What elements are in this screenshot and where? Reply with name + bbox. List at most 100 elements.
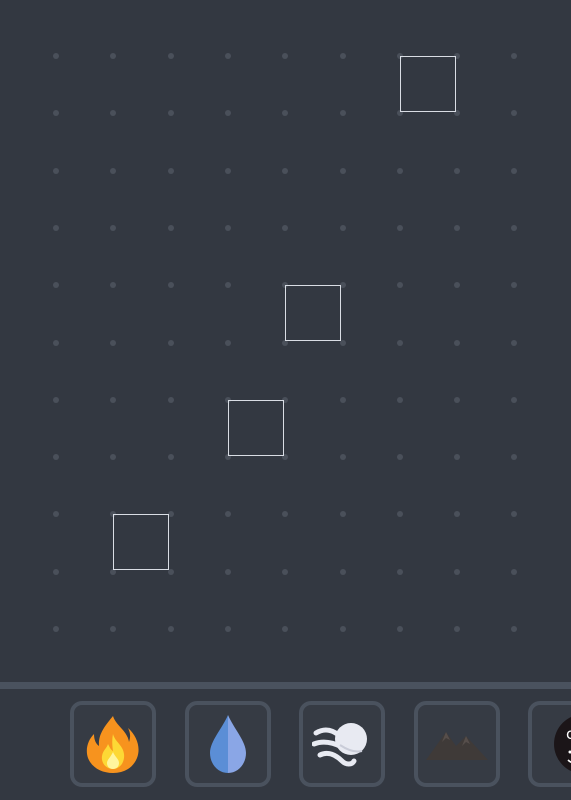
grid-dot (53, 568, 59, 575)
grid-dot (396, 224, 403, 231)
grid-dot (53, 282, 59, 289)
grid-dot (110, 626, 117, 632)
grid-dot (396, 568, 403, 575)
grid-dot (511, 396, 518, 403)
grid-dot (167, 167, 174, 174)
grid-dot (511, 167, 518, 174)
grid-dot (53, 626, 59, 632)
grid-dot (396, 167, 403, 174)
grid-dot (110, 53, 117, 59)
grid-dot (53, 224, 59, 231)
grid-dot (282, 511, 289, 518)
grid-dot (224, 224, 231, 231)
grid-dot (339, 568, 346, 575)
grid-dot (511, 110, 518, 117)
grid-dot (396, 626, 403, 632)
grid-dot (224, 53, 231, 59)
grid-dot (511, 282, 518, 289)
grid-dot (167, 396, 174, 403)
grid-dot (110, 167, 117, 174)
grid-dot (224, 282, 231, 289)
tray-slot-fire[interactable] (70, 701, 156, 787)
grid-dot (396, 339, 403, 346)
grid-dot (511, 511, 518, 518)
grid-dot (454, 282, 461, 289)
grid-dot (224, 339, 231, 346)
grid-dot (53, 53, 59, 59)
grid-dot (339, 224, 346, 231)
element-tray: co (0, 689, 571, 800)
grid-dot (339, 396, 346, 403)
grid-dot (339, 53, 346, 59)
selected-cell[interactable] (285, 285, 342, 342)
grid-dot (110, 110, 117, 117)
grid-dot (511, 224, 518, 231)
grid-dot (454, 454, 461, 461)
grid-dot (282, 626, 289, 632)
grid-dot (339, 511, 346, 518)
grid-dot (282, 110, 289, 117)
grid-dot (396, 454, 403, 461)
grid-dot (454, 396, 461, 403)
grid-dot (167, 454, 174, 461)
grid-dot (511, 339, 518, 346)
grid-dot (511, 568, 518, 575)
grid-dot (454, 167, 461, 174)
grid-dot (167, 282, 174, 289)
grid-dot (282, 568, 289, 575)
grid-dot (167, 53, 174, 59)
tray-divider (0, 682, 571, 689)
tray-slot-water[interactable] (185, 701, 271, 787)
grid-dot (511, 626, 518, 632)
grid-dot (224, 568, 231, 575)
tray-slot-wind[interactable] (299, 701, 385, 787)
grid-dot (396, 511, 403, 518)
selected-cell[interactable] (227, 399, 284, 456)
grid-dot (454, 626, 461, 632)
grid-dot (511, 53, 518, 59)
selected-cell[interactable] (113, 514, 170, 571)
grid-dot (454, 568, 461, 575)
water-drop-icon (210, 715, 246, 773)
grid-dot (339, 167, 346, 174)
cosmic-label: co (566, 725, 571, 743)
grid-dot (110, 454, 117, 461)
grid-dot (53, 110, 59, 117)
tray-slot-cosmic[interactable]: co (528, 701, 571, 787)
grid-dot (339, 110, 346, 117)
grid-dot (167, 626, 174, 632)
grid-dot (53, 454, 59, 461)
grid-dot (53, 511, 59, 518)
grid-dot (167, 110, 174, 117)
grid-dot (282, 167, 289, 174)
grid-dot (53, 396, 59, 403)
grid-dot (53, 167, 59, 174)
grid-dot (454, 511, 461, 518)
grid-dot (224, 110, 231, 117)
grid-dot (339, 626, 346, 632)
grid-dot (454, 224, 461, 231)
grid-dot (511, 454, 518, 461)
game-board[interactable] (0, 0, 571, 682)
grid-dot (110, 339, 117, 346)
grid-dot (396, 396, 403, 403)
grid-dot (339, 454, 346, 461)
grid-dot (110, 396, 117, 403)
grid-dot (282, 224, 289, 231)
cosmic-face-icon: co (554, 716, 571, 772)
wind-icon (312, 723, 367, 767)
grid-dot (224, 626, 231, 632)
mountain-icon (426, 732, 488, 760)
grid-dot (110, 282, 117, 289)
tray-slot-earth[interactable] (414, 701, 500, 787)
grid-dot (396, 282, 403, 289)
grid-dot (454, 339, 461, 346)
grid-dot (224, 511, 231, 518)
grid-dot (282, 53, 289, 59)
grid-dot (167, 224, 174, 231)
selected-cell[interactable] (399, 56, 456, 112)
grid-dot (53, 339, 59, 346)
grid-dot (224, 167, 231, 174)
grid-dot (167, 339, 174, 346)
fire-icon (86, 716, 139, 773)
